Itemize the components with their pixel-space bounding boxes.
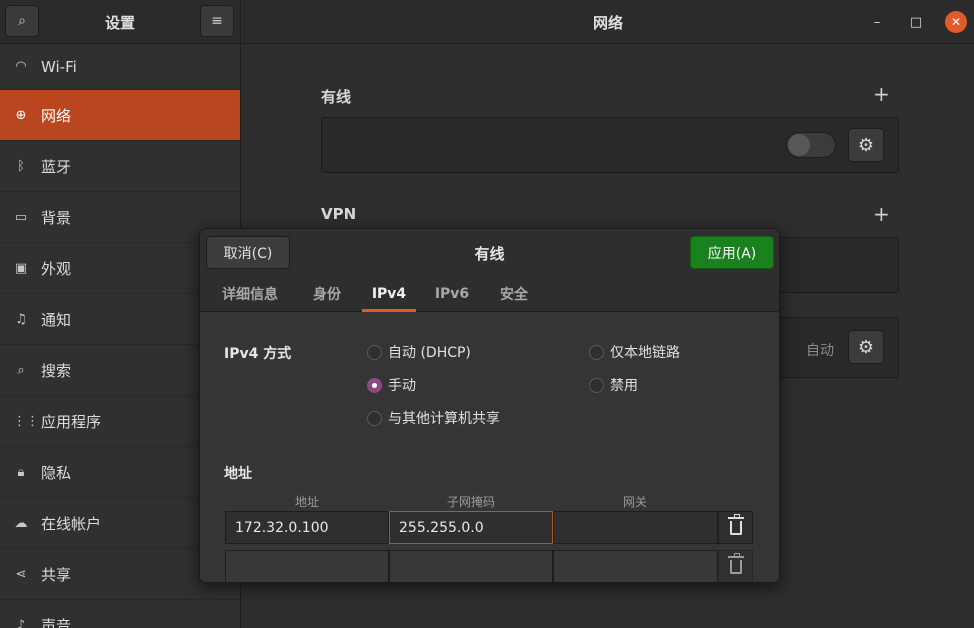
sidebar-item-label: 蓝牙 bbox=[41, 157, 72, 176]
sidebar-item-network[interactable]: ⊕ 网络 bbox=[0, 90, 240, 141]
sidebar-item-label: 隐私 bbox=[41, 463, 72, 482]
column-header-netmask: 子网掩码 bbox=[446, 495, 495, 509]
plus-icon: + bbox=[873, 82, 890, 106]
sidebar-item-bluetooth[interactable]: ᛒ 蓝牙 bbox=[0, 141, 240, 192]
address-input[interactable]: 172.32.0.100 bbox=[225, 511, 389, 544]
maximize-icon: □ bbox=[909, 14, 923, 30]
sidebar-item-label: 通知 bbox=[41, 310, 72, 329]
delete-row-button[interactable] bbox=[718, 550, 753, 582]
radio-label: 自动 (DHCP) bbox=[388, 345, 471, 361]
radio-indicator bbox=[367, 344, 382, 360]
gear-icon: ⚙ bbox=[857, 336, 875, 358]
column-header-address: 地址 bbox=[294, 495, 319, 509]
ipv4-method-label: IPv4 方式 bbox=[224, 346, 292, 362]
radio-link-local[interactable]: 仅本地链路 bbox=[589, 342, 680, 362]
network-icon: ⊕ bbox=[15, 107, 27, 123]
column-header-gateway: 网关 bbox=[622, 495, 647, 509]
radio-indicator bbox=[367, 410, 382, 426]
bluetooth-icon: ᛒ bbox=[17, 158, 25, 174]
wired-panel: ⚙ bbox=[321, 117, 899, 173]
radio-disabled[interactable]: 禁用 bbox=[589, 375, 638, 395]
apply-button[interactable]: 应用(A) bbox=[690, 236, 774, 269]
radio-manual[interactable]: 手动 bbox=[367, 375, 416, 395]
wired-settings-dialog: 取消(C) 有线 应用(A) 详细信息 身份 IPv4 IPv6 安全 IPv4… bbox=[199, 228, 780, 583]
tab-identity[interactable]: 身份 bbox=[304, 275, 350, 312]
sidebar-item-label: 背景 bbox=[41, 208, 72, 227]
minimize-icon: – bbox=[873, 14, 881, 30]
menu-icon: ≡ bbox=[211, 13, 223, 29]
address-row bbox=[225, 550, 753, 582]
sidebar-item-label: 声音 bbox=[41, 616, 72, 628]
radio-indicator bbox=[589, 344, 604, 360]
wifi-icon: ◠ bbox=[15, 59, 27, 74]
radio-dhcp[interactable]: 自动 (DHCP) bbox=[367, 342, 471, 362]
trash-icon bbox=[727, 552, 744, 574]
sidebar-item-label: 外观 bbox=[41, 259, 72, 278]
page-title: 网络 bbox=[592, 14, 623, 32]
add-wired-button[interactable]: + bbox=[873, 84, 890, 104]
vpn-section-label: VPN bbox=[321, 205, 357, 223]
trash-icon bbox=[727, 513, 744, 535]
lock-icon: 🔒︎ bbox=[17, 464, 25, 480]
sidebar-item-label: 应用程序 bbox=[41, 412, 102, 431]
radio-shared[interactable]: 与其他计算机共享 bbox=[367, 408, 500, 428]
maximize-button[interactable]: □ bbox=[905, 11, 927, 33]
share-icon: ⋖ bbox=[15, 566, 27, 582]
wired-settings-button[interactable]: ⚙ bbox=[848, 128, 884, 162]
radio-label: 手动 bbox=[388, 378, 416, 394]
sidebar-item-label: 网络 bbox=[41, 106, 72, 125]
sidebar-item-label: 共享 bbox=[41, 565, 72, 584]
close-button[interactable]: ✕ bbox=[945, 11, 967, 33]
address-section-label: 地址 bbox=[224, 466, 252, 482]
toggle-knob bbox=[788, 134, 810, 156]
bell-icon: ♫ bbox=[15, 311, 27, 327]
apps-grid-icon: ⋮⋮ bbox=[13, 413, 39, 429]
add-vpn-button[interactable]: + bbox=[873, 204, 890, 224]
minimize-button[interactable]: – bbox=[866, 11, 888, 33]
tab-ipv4[interactable]: IPv4 bbox=[362, 275, 416, 312]
sidebar-item-label: Wi-Fi bbox=[41, 57, 77, 76]
radio-label: 仅本地链路 bbox=[610, 345, 680, 361]
proxy-status: 自动 bbox=[806, 343, 834, 359]
sidebar-item-label: 在线帐户 bbox=[41, 514, 102, 533]
cloud-icon: ☁ bbox=[14, 515, 28, 531]
sidebar-header: ⌕ 设置 ≡ bbox=[0, 0, 240, 44]
radio-label: 禁用 bbox=[610, 378, 638, 394]
tab-ipv6[interactable]: IPv6 bbox=[430, 275, 474, 312]
plus-icon: + bbox=[873, 202, 890, 226]
tab-security[interactable]: 安全 bbox=[494, 275, 534, 312]
dialog-tabs: 详细信息 身份 IPv4 IPv6 安全 bbox=[200, 275, 779, 312]
gateway-input[interactable] bbox=[553, 550, 718, 582]
dialog-header: 取消(C) 有线 应用(A) bbox=[200, 229, 779, 275]
main-header: 网络 – □ ✕ bbox=[242, 0, 974, 44]
address-input[interactable] bbox=[225, 550, 389, 582]
search-icon: ⌕ bbox=[17, 362, 25, 378]
address-row: 172.32.0.100 255.255.0.0 bbox=[225, 511, 753, 544]
gateway-input[interactable] bbox=[553, 511, 718, 544]
background-icon: ▭ bbox=[14, 209, 28, 225]
appearance-icon: ▣ bbox=[14, 260, 28, 276]
tab-details[interactable]: 详细信息 bbox=[212, 275, 288, 312]
netmask-input[interactable]: 255.255.0.0 bbox=[389, 511, 553, 544]
sidebar-item-wifi[interactable]: ◠ Wi-Fi bbox=[0, 44, 240, 90]
radio-label: 与其他计算机共享 bbox=[388, 411, 500, 427]
proxy-settings-button[interactable]: ⚙ bbox=[848, 330, 884, 364]
sidebar-item-sound[interactable]: ♪ 声音 bbox=[0, 600, 240, 628]
radio-indicator bbox=[589, 377, 604, 393]
wired-section-label: 有线 bbox=[321, 88, 352, 106]
music-icon: ♪ bbox=[16, 617, 26, 628]
menu-button[interactable]: ≡ bbox=[200, 5, 234, 37]
gear-icon: ⚙ bbox=[857, 134, 875, 156]
close-icon: ✕ bbox=[950, 15, 962, 29]
radio-indicator-checked bbox=[367, 377, 382, 393]
sidebar-item-label: 搜索 bbox=[41, 361, 72, 380]
delete-row-button[interactable] bbox=[718, 511, 753, 544]
netmask-input[interactable] bbox=[389, 550, 553, 582]
wired-toggle[interactable] bbox=[786, 132, 836, 158]
